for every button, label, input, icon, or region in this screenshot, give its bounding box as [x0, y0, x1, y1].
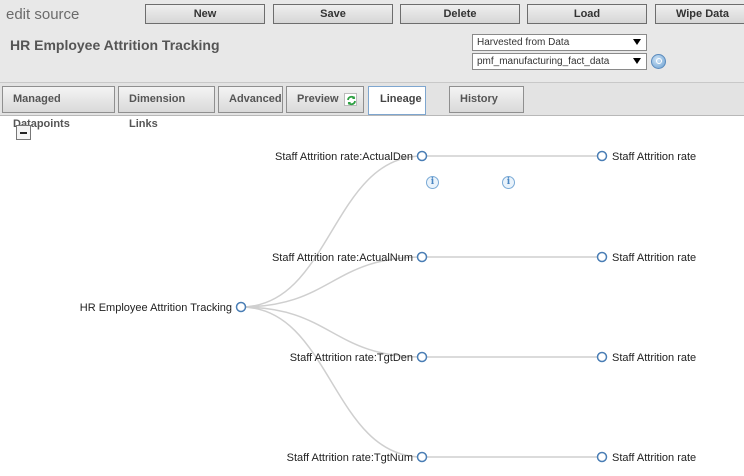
- header: edit source HR Employee Attrition Tracki…: [0, 0, 744, 82]
- datapoint-node-label: Staff Attrition rate:ActualDen: [275, 151, 413, 163]
- tab-label: Preview: [297, 93, 339, 105]
- lineage-links: [240, 155, 602, 458]
- datapoint-node-label: Staff Attrition rate:TgtNum: [287, 452, 413, 464]
- lineage-link: [240, 306, 423, 358]
- wipe-data-button[interactable]: Wipe Data: [655, 4, 744, 24]
- datapoint-node[interactable]: [416, 150, 428, 162]
- tab-dimension-links[interactable]: Dimension Links: [118, 86, 215, 130]
- metric-node-label: Staff Attrition rate: [612, 252, 696, 264]
- tab-lineage[interactable]: Lineage: [368, 86, 426, 115]
- metric-node-label: Staff Attrition rate: [612, 352, 696, 364]
- tab-label: Advanced: [229, 93, 282, 105]
- tab-label: History: [460, 93, 498, 105]
- source-type-select[interactable]: Harvested from Data: [472, 34, 647, 51]
- metric-node[interactable]: [596, 150, 608, 162]
- load-button[interactable]: Load: [527, 4, 647, 24]
- metric-node[interactable]: [596, 451, 608, 463]
- root-node-label: HR Employee Attrition Tracking: [80, 302, 232, 314]
- metric-node[interactable]: [596, 351, 608, 363]
- metric-node-label: Staff Attrition rate: [612, 151, 696, 163]
- lineage-link: [240, 306, 423, 458]
- datapoint-node[interactable]: [416, 251, 428, 263]
- tab-managed-datapoints[interactable]: Managed Datapoints: [2, 86, 115, 130]
- lineage-link: [240, 155, 423, 308]
- metric-node-label: Staff Attrition rate: [612, 452, 696, 464]
- lineage-nodes: HR Employee Attrition Tracking Staff Attr…: [80, 150, 696, 464]
- root-node[interactable]: [235, 301, 247, 313]
- datapoint-node[interactable]: [416, 351, 428, 363]
- app-title: edit source: [6, 6, 80, 23]
- tab-bar: Managed Datapoints Dimension Links Advan…: [0, 82, 744, 189]
- datapoint-node-label: Staff Attrition rate:ActualNum: [272, 252, 413, 264]
- save-button[interactable]: Save: [273, 4, 393, 24]
- new-button[interactable]: New: [145, 4, 265, 24]
- source-type-value: Harvested from Data: [477, 37, 570, 48]
- refresh-icon[interactable]: [344, 93, 357, 106]
- search-icon[interactable]: [651, 54, 666, 69]
- chevron-down-icon: [633, 58, 641, 64]
- metric-node[interactable]: [596, 251, 608, 263]
- delete-button[interactable]: Delete: [400, 4, 520, 24]
- tab-history[interactable]: History: [449, 86, 524, 113]
- datapoint-node-label: Staff Attrition rate:TgtDen: [290, 352, 413, 364]
- lineage-link: [240, 256, 423, 308]
- tab-preview[interactable]: Preview: [286, 86, 364, 113]
- tab-advanced[interactable]: Advanced: [218, 86, 283, 113]
- datapoint-node[interactable]: [416, 451, 428, 463]
- table-value: pmf_manufacturing_fact_data: [477, 56, 610, 67]
- source-title: HR Employee Attrition Tracking: [10, 37, 220, 53]
- chevron-down-icon: [633, 39, 641, 45]
- tab-label: Lineage: [380, 93, 422, 105]
- lineage-graph: HR Employee Attrition Tracking Staff Attr…: [80, 150, 696, 464]
- table-select[interactable]: pmf_manufacturing_fact_data: [472, 53, 647, 70]
